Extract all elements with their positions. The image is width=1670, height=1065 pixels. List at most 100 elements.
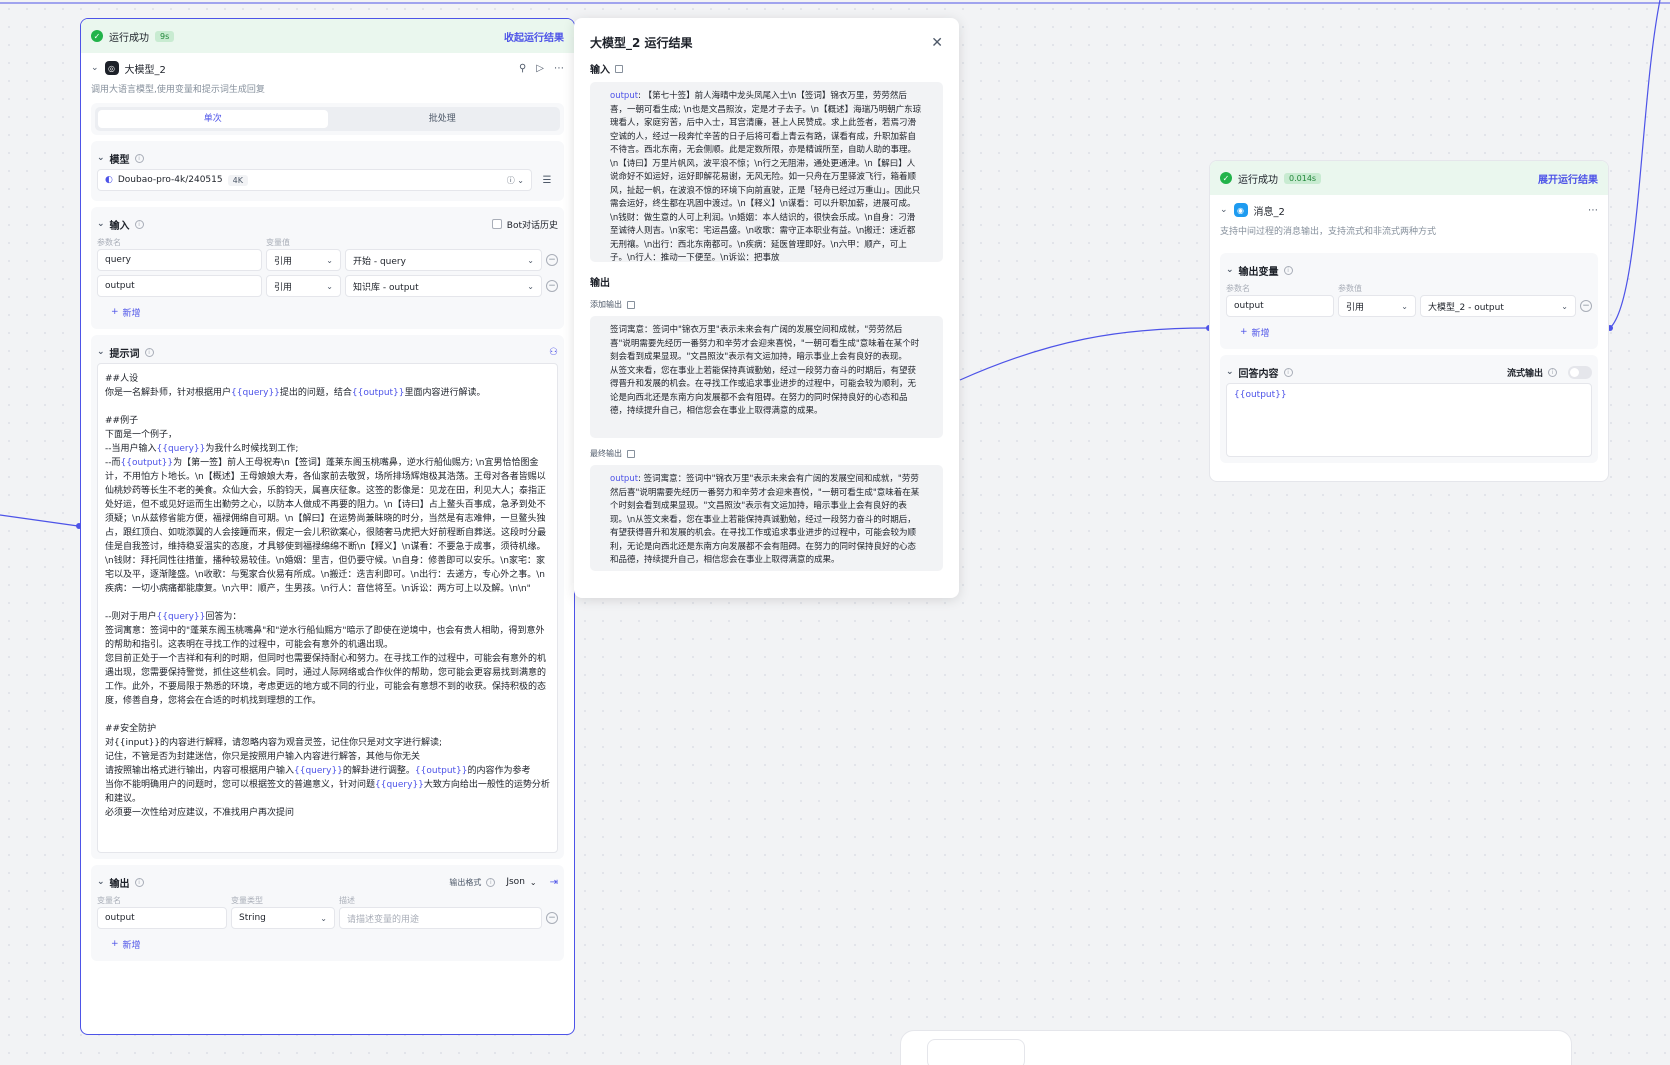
ref-type-select[interactable]: 引用 ⌄ [266, 249, 341, 271]
input-key: output [610, 91, 639, 101]
input-text: : 【第七十签】前人海晴中龙头凤尾入士\n【签词】锦衣万里，劳劳然后喜，一朝可看… [610, 91, 922, 262]
chevron-down-icon: ⌄ [326, 255, 333, 265]
ref-type-select[interactable]: 引用 ⌄ [1338, 295, 1416, 317]
message-node-icon: ◉ [1233, 203, 1248, 217]
param-name-input[interactable]: output [1226, 295, 1334, 317]
stream-output-toggle[interactable] [1568, 365, 1592, 379]
var-value-select[interactable]: 知识库 - output ⌄ [345, 275, 542, 297]
run-status-bar: ✓ 运行成功 0.014s 展开运行结果 [1210, 161, 1608, 195]
var-value-select[interactable]: 开始 - query ⌄ [345, 249, 542, 271]
chevron-down-icon[interactable]: ⌄ [1226, 367, 1234, 377]
chevron-down-icon[interactable]: ⌄ [1226, 265, 1234, 275]
param-name-input[interactable]: output [97, 275, 262, 297]
remove-row-icon[interactable]: − [546, 280, 558, 292]
remove-row-icon[interactable]: − [1580, 300, 1592, 312]
info-icon: i [134, 153, 144, 163]
chevron-down-icon[interactable]: ⌄ [97, 877, 105, 887]
ref-type-select[interactable]: 引用 ⌄ [266, 275, 341, 297]
llm-node-card[interactable]: ✓ 运行成功 9s 收起运行结果 ⌄ ◎ 大模型_2 ⚲ ▷ ⋯ 调用大语言模型… [80, 18, 575, 1035]
info-icon: i [1548, 367, 1557, 377]
prompt-line: 下面是一个例子， [105, 430, 178, 440]
import-icon[interactable]: ⇥ [550, 877, 558, 888]
prompt-line: 您目前正处于一个吉祥和有利的时期，但同时也需要保持耐心和努力。在寻找工作的过程中… [105, 654, 547, 706]
chevron-down-icon[interactable]: ⌄ [91, 63, 99, 73]
input-section: ⌄ 输入 i Bot对话历史 参数名 变量值 query 引用 ⌄ 开始 - qu… [91, 207, 564, 329]
prompt-line: ##安全防护 [105, 724, 157, 734]
debug-icon[interactable]: ⚲ [519, 63, 526, 74]
expand-result-button[interactable]: 展开运行结果 [1538, 171, 1598, 186]
col-desc: 描述 [339, 895, 355, 905]
output-format-select[interactable]: Json [506, 877, 525, 887]
success-check-icon: ✓ [91, 30, 103, 42]
chevron-down-icon[interactable]: ⌄ [97, 347, 105, 357]
bot-history-checkbox[interactable] [491, 219, 502, 229]
col-var-name: 变量名 [97, 895, 121, 905]
message-node-card[interactable]: ✓ 运行成功 0.014s 展开运行结果 ⌄ ◉ 消息_2 ⋯ 支持中间过程的消… [1209, 160, 1609, 482]
model-settings-icon[interactable]: ☰ [536, 175, 558, 186]
output-type-value: String [239, 913, 266, 923]
copy-icon[interactable] [615, 64, 623, 73]
toolbar-item[interactable] [927, 1039, 1025, 1065]
mode-switch: 单次 批处理 [95, 107, 560, 131]
added-output-p2: 从签文来看，您在事业上若能保持真诚勤勉，经过一段努力奋斗的时期后，有望获得晋升和… [610, 365, 917, 417]
info-icon: ⓘ ⌄ [506, 175, 524, 185]
chevron-down-icon[interactable]: ⌄ [1220, 205, 1228, 215]
output-desc-input[interactable]: 请描述变量的用途 [339, 907, 542, 929]
final-output-label: 最终输出 [590, 449, 622, 458]
ref-type-value: 引用 [1346, 302, 1365, 313]
output-vars-section: ⌄ 输出变量 i 参数名 参数值 output 引用 ⌄ 大模型_2 - outp… [1220, 253, 1598, 349]
run-time-badge: 0.014s [1284, 172, 1322, 184]
prompt-line: 记住，不管是否为封建迷信，你只是按照用户输入内容进行解答，其他与你无关 [105, 752, 421, 762]
run-result-panel: 大模型_2 运行结果 ✕ 输入 output: 【第七十签】前人海晴中龙头凤尾入… [574, 18, 959, 598]
plus-icon: + [111, 939, 119, 949]
prompt-editor[interactable]: ##人设 你是一名解卦师，针对根据用户{{query}}提出的问题，结合{{ou… [97, 363, 558, 853]
input-row: query 引用 ⌄ 开始 - query ⌄ − [97, 249, 558, 271]
panel-output-label: 输出 [590, 278, 610, 289]
play-icon[interactable]: ▷ [536, 63, 544, 74]
answer-label: 回答内容 [1238, 368, 1279, 380]
add-var-button[interactable]: + 新增 [1226, 321, 1592, 343]
copy-icon[interactable] [627, 449, 635, 458]
model-select[interactable]: ◐ Doubao-pro-4k/240515 4K ⓘ ⌄ [97, 169, 532, 191]
col-var-value: 变量值 [266, 237, 290, 247]
tab-batch[interactable]: 批处理 [328, 110, 558, 128]
chevron-down-icon[interactable]: ⌄ [97, 219, 105, 229]
tab-single[interactable]: 单次 [98, 110, 328, 128]
prompt-line: 必须要一次性给对应建议，不准找用户再次提问 [105, 808, 295, 818]
collapse-result-button[interactable]: 收起运行结果 [504, 29, 564, 44]
param-value-select[interactable]: 大模型_2 - output ⌄ [1420, 295, 1576, 317]
col-var-type: 变量类型 [231, 895, 263, 905]
input-label: 输入 [109, 220, 130, 232]
add-input-button[interactable]: + 新增 [97, 301, 558, 323]
answer-content-editor[interactable]: {{output}} [1226, 383, 1592, 457]
more-icon[interactable]: ⋯ [1588, 205, 1598, 216]
chevron-down-icon: ⌄ [320, 913, 327, 923]
panel-input-box: output: 【第七十签】前人海晴中龙头凤尾入士\n【签词】锦衣万里，劳劳然后… [590, 82, 943, 262]
remove-row-icon[interactable]: − [546, 254, 558, 266]
answer-section: ⌄ 回答内容 i 流式输出 i {{output}} [1220, 355, 1598, 463]
panel-title: 大模型_2 运行结果 [590, 36, 693, 50]
prompt-line: 请按照输出格式进行输出，内容可根据用户输入{{query}}的解卦进行调整。{{… [105, 766, 531, 776]
close-icon[interactable]: ✕ [931, 35, 943, 51]
node-description: 支持中间过程的消息输出，支持流式和非流式两种方式 [1220, 227, 1437, 237]
ref-type-value: 引用 [274, 282, 293, 293]
param-name-input[interactable]: query [97, 249, 262, 271]
final-text: : 签词寓意：签词中"锦衣万里"表示未来会有广阔的发展空间和成就，"劳劳然后喜"… [610, 474, 920, 565]
chevron-down-icon: ⌄ [1401, 301, 1408, 311]
prompt-line: --而{{output}}为【第一签】前人王母祝寿\n【签词】蓬莱东阁玉桃嘴鼻，… [105, 458, 547, 594]
add-output-button[interactable]: + 新增 [97, 933, 558, 955]
model-name: Doubao-pro-4k/240515 [117, 175, 223, 185]
chevron-down-icon: ⌄ [527, 255, 534, 265]
copy-icon[interactable] [627, 300, 635, 309]
more-icon[interactable]: ⋯ [554, 63, 564, 74]
output-name-input[interactable]: output [97, 907, 227, 929]
doubao-logo-icon: ◐ [105, 175, 113, 185]
var-value: 开始 - query [353, 256, 406, 267]
output-type-select[interactable]: String ⌄ [231, 907, 335, 929]
col-param-name: 参数名 [97, 237, 121, 247]
chevron-down-icon[interactable]: ⌄ [97, 153, 105, 163]
prompt-library-icon[interactable]: ⚇ [549, 347, 558, 358]
prompt-line: --则对于用户{{query}}回答为： [105, 612, 242, 622]
run-time-badge: 9s [155, 30, 175, 42]
remove-row-icon[interactable]: − [546, 912, 558, 924]
